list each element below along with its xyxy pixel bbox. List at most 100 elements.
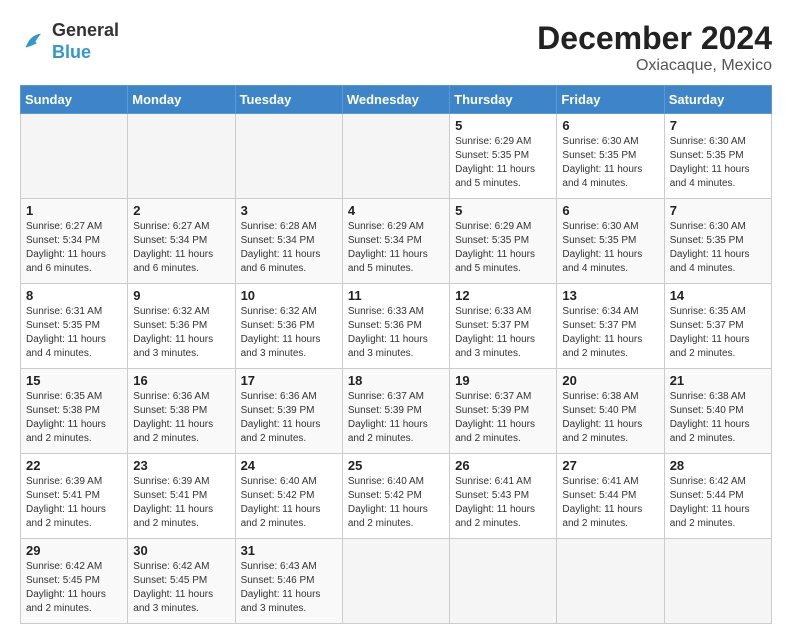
day-info: Sunrise: 6:29 AMSunset: 5:35 PMDaylight:… — [455, 220, 551, 276]
calendar-cell: 5 Sunrise: 6:29 AMSunset: 5:35 PMDaylight… — [450, 114, 557, 199]
day-number: 4 — [348, 203, 444, 218]
day-info: Sunrise: 6:37 AMSunset: 5:39 PMDaylight:… — [348, 390, 444, 446]
day-number: 5 — [455, 118, 551, 133]
calendar-cell: 1Sunrise: 6:27 AMSunset: 5:34 PMDaylight… — [21, 199, 128, 284]
header-saturday: Saturday — [664, 86, 771, 114]
calendar-row-1: 1Sunrise: 6:27 AMSunset: 5:34 PMDaylight… — [21, 199, 772, 284]
day-info: Sunrise: 6:39 AMSunset: 5:41 PMDaylight:… — [133, 475, 229, 531]
day-number: 19 — [455, 373, 551, 388]
day-number: 9 — [133, 288, 229, 303]
day-number: 18 — [348, 373, 444, 388]
day-info: Sunrise: 6:35 AMSunset: 5:38 PMDaylight:… — [26, 390, 122, 446]
calendar-cell: 21Sunrise: 6:38 AMSunset: 5:40 PMDayligh… — [664, 369, 771, 454]
calendar-row-0: 5 Sunrise: 6:29 AMSunset: 5:35 PMDaylight… — [21, 114, 772, 199]
calendar-cell: 4 Sunrise: 6:29 AMSunset: 5:34 PMDaylight… — [342, 199, 449, 284]
day-info: Sunrise: 6:42 AMSunset: 5:44 PMDaylight:… — [670, 475, 766, 531]
day-info: Sunrise: 6:29 AMSunset: 5:34 PMDaylight:… — [348, 220, 444, 276]
day-number: 3 — [241, 203, 337, 218]
calendar-cell: 13Sunrise: 6:34 AMSunset: 5:37 PMDayligh… — [557, 284, 664, 369]
day-number: 25 — [348, 458, 444, 473]
day-info: Sunrise: 6:40 AMSunset: 5:42 PMDaylight:… — [348, 475, 444, 531]
month-title: December 2024 — [537, 20, 772, 57]
day-info: Sunrise: 6:35 AMSunset: 5:37 PMDaylight:… — [670, 305, 766, 361]
calendar-cell — [664, 539, 771, 624]
day-info: Sunrise: 6:30 AMSunset: 5:35 PMDaylight:… — [562, 220, 658, 276]
calendar-cell: 30 Sunrise: 6:42 AMSunset: 5:45 PMDayligh… — [128, 539, 235, 624]
day-info: Sunrise: 6:30 AMSunset: 5:35 PMDaylight:… — [562, 135, 658, 191]
logo-text: General Blue — [52, 20, 119, 63]
day-number: 5 — [455, 203, 551, 218]
calendar-cell: 9Sunrise: 6:32 AMSunset: 5:36 PMDaylight… — [128, 284, 235, 369]
day-number: 7 — [670, 203, 766, 218]
day-info: Sunrise: 6:32 AMSunset: 5:36 PMDaylight:… — [241, 305, 337, 361]
calendar-cell: 25 Sunrise: 6:40 AMSunset: 5:42 PMDayligh… — [342, 454, 449, 539]
calendar-cell: 5 Sunrise: 6:29 AMSunset: 5:35 PMDaylight… — [450, 199, 557, 284]
day-number: 6 — [562, 118, 658, 133]
calendar-cell: 3Sunrise: 6:28 AMSunset: 5:34 PMDaylight… — [235, 199, 342, 284]
day-info: Sunrise: 6:43 AMSunset: 5:46 PMDaylight:… — [241, 560, 337, 616]
header-wednesday: Wednesday — [342, 86, 449, 114]
calendar-cell: 27 Sunrise: 6:41 AMSunset: 5:44 PMDayligh… — [557, 454, 664, 539]
calendar-cell — [342, 114, 449, 199]
calendar-cell: 14Sunrise: 6:35 AMSunset: 5:37 PMDayligh… — [664, 284, 771, 369]
day-number: 20 — [562, 373, 658, 388]
day-info: Sunrise: 6:34 AMSunset: 5:37 PMDaylight:… — [562, 305, 658, 361]
day-info: Sunrise: 6:41 AMSunset: 5:43 PMDaylight:… — [455, 475, 551, 531]
calendar-header-row: SundayMondayTuesdayWednesdayThursdayFrid… — [21, 86, 772, 114]
calendar-cell: 10 Sunrise: 6:32 AMSunset: 5:36 PMDayligh… — [235, 284, 342, 369]
day-number: 2 — [133, 203, 229, 218]
calendar-cell: 20 Sunrise: 6:38 AMSunset: 5:40 PMDayligh… — [557, 369, 664, 454]
day-number: 15 — [26, 373, 122, 388]
logo: General Blue — [20, 20, 119, 63]
day-info: Sunrise: 6:38 AMSunset: 5:40 PMDaylight:… — [562, 390, 658, 446]
day-number: 30 — [133, 543, 229, 558]
day-number: 27 — [562, 458, 658, 473]
day-number: 12 — [455, 288, 551, 303]
day-number: 29 — [26, 543, 122, 558]
day-info: Sunrise: 6:36 AMSunset: 5:38 PMDaylight:… — [133, 390, 229, 446]
header-friday: Friday — [557, 86, 664, 114]
calendar-cell: 17Sunrise: 6:36 AMSunset: 5:39 PMDayligh… — [235, 369, 342, 454]
day-number: 17 — [241, 373, 337, 388]
calendar-cell: 6Sunrise: 6:30 AMSunset: 5:35 PMDaylight… — [557, 199, 664, 284]
day-number: 23 — [133, 458, 229, 473]
day-number: 24 — [241, 458, 337, 473]
calendar-cell: 24Sunrise: 6:40 AMSunset: 5:42 PMDayligh… — [235, 454, 342, 539]
calendar-cell — [342, 539, 449, 624]
calendar-table: SundayMondayTuesdayWednesdayThursdayFrid… — [20, 85, 772, 624]
calendar-cell: 12Sunrise: 6:33 AMSunset: 5:37 PMDayligh… — [450, 284, 557, 369]
logo-bird-icon — [20, 28, 48, 56]
day-info: Sunrise: 6:39 AMSunset: 5:41 PMDaylight:… — [26, 475, 122, 531]
calendar-cell: 28 Sunrise: 6:42 AMSunset: 5:44 PMDayligh… — [664, 454, 771, 539]
calendar-row-3: 15 Sunrise: 6:35 AMSunset: 5:38 PMDayligh… — [21, 369, 772, 454]
calendar-cell: 22Sunrise: 6:39 AMSunset: 5:41 PMDayligh… — [21, 454, 128, 539]
calendar-cell: 11Sunrise: 6:33 AMSunset: 5:36 PMDayligh… — [342, 284, 449, 369]
day-number: 28 — [670, 458, 766, 473]
day-number: 11 — [348, 288, 444, 303]
calendar-row-5: 29 Sunrise: 6:42 AMSunset: 5:45 PMDayligh… — [21, 539, 772, 624]
header-thursday: Thursday — [450, 86, 557, 114]
day-number: 10 — [241, 288, 337, 303]
day-info: Sunrise: 6:29 AMSunset: 5:35 PMDaylight:… — [455, 135, 551, 191]
header-sunday: Sunday — [21, 86, 128, 114]
day-info: Sunrise: 6:31 AMSunset: 5:35 PMDaylight:… — [26, 305, 122, 361]
calendar-cell: 6 Sunrise: 6:30 AMSunset: 5:35 PMDaylight… — [557, 114, 664, 199]
calendar-cell: 7 Sunrise: 6:30 AMSunset: 5:35 PMDaylight… — [664, 199, 771, 284]
day-info: Sunrise: 6:41 AMSunset: 5:44 PMDaylight:… — [562, 475, 658, 531]
calendar-cell: 19Sunrise: 6:37 AMSunset: 5:39 PMDayligh… — [450, 369, 557, 454]
day-info: Sunrise: 6:42 AMSunset: 5:45 PMDaylight:… — [133, 560, 229, 616]
location-title: Oxiacaque, Mexico — [537, 57, 772, 75]
header-monday: Monday — [128, 86, 235, 114]
day-info: Sunrise: 6:30 AMSunset: 5:35 PMDaylight:… — [670, 220, 766, 276]
calendar-cell: 18 Sunrise: 6:37 AMSunset: 5:39 PMDayligh… — [342, 369, 449, 454]
calendar-cell: 23 Sunrise: 6:39 AMSunset: 5:41 PMDayligh… — [128, 454, 235, 539]
calendar-row-2: 8Sunrise: 6:31 AMSunset: 5:35 PMDaylight… — [21, 284, 772, 369]
calendar-cell: 15 Sunrise: 6:35 AMSunset: 5:38 PMDayligh… — [21, 369, 128, 454]
calendar-cell — [128, 114, 235, 199]
day-number: 21 — [670, 373, 766, 388]
calendar-cell — [235, 114, 342, 199]
calendar-cell: 8Sunrise: 6:31 AMSunset: 5:35 PMDaylight… — [21, 284, 128, 369]
calendar-cell: 7Sunrise: 6:30 AMSunset: 5:35 PMDaylight… — [664, 114, 771, 199]
header-tuesday: Tuesday — [235, 86, 342, 114]
day-info: Sunrise: 6:42 AMSunset: 5:45 PMDaylight:… — [26, 560, 122, 616]
